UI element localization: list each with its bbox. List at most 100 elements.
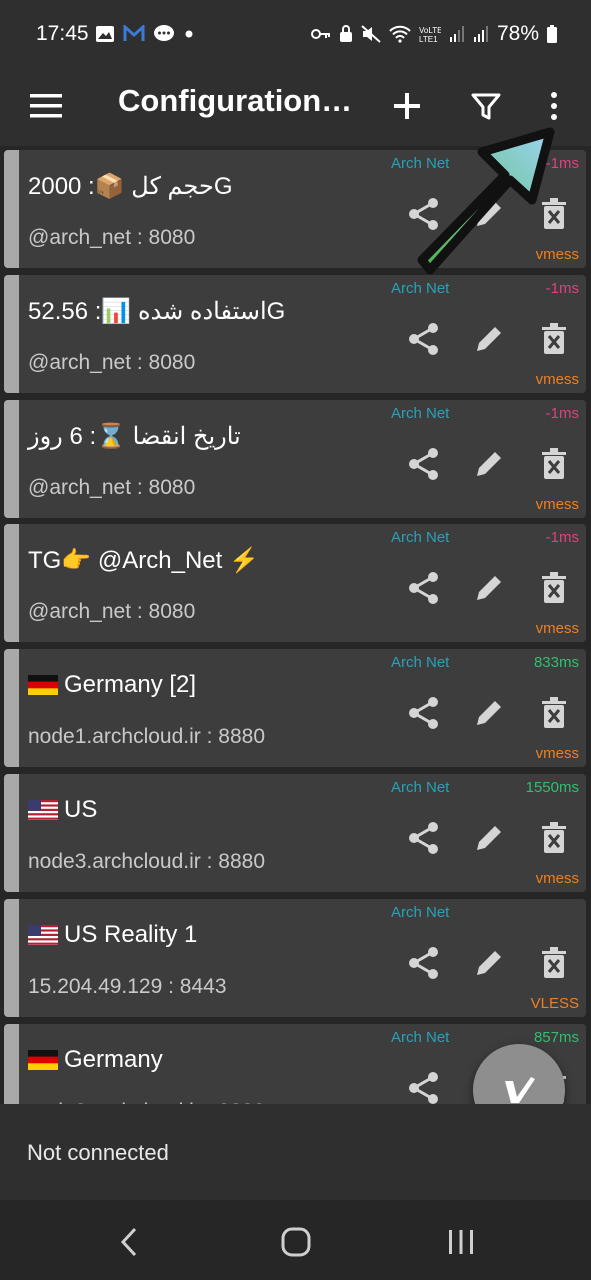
delete-button[interactable]: [534, 194, 574, 234]
v-logo-icon: [505, 1077, 535, 1103]
share-button[interactable]: [404, 194, 444, 234]
edit-button[interactable]: [469, 943, 509, 983]
germany-flag-icon: [28, 675, 58, 696]
edit-icon: [477, 826, 501, 850]
delete-button[interactable]: [534, 693, 574, 733]
server-card[interactable]: تاریخ انقضا ⌛: 6 روز @arch_net : 8080 Arch…: [4, 399, 586, 518]
delete-button[interactable]: [534, 568, 574, 608]
edit-button[interactable]: [469, 319, 509, 359]
server-name: حجم کل 📦: 2000G: [28, 173, 233, 200]
page-title: Configuration…: [118, 83, 353, 118]
edit-button[interactable]: [469, 444, 509, 484]
edit-icon: [477, 326, 501, 351]
chat-icon: [154, 25, 174, 41]
nav-back-button[interactable]: [112, 1224, 148, 1265]
server-selected-indicator: [4, 898, 19, 1017]
share-button[interactable]: [404, 818, 444, 858]
subscription-tag: Arch Net: [391, 529, 450, 547]
share-icon: [409, 198, 438, 230]
more-options-button[interactable]: [534, 86, 574, 126]
us-flag-icon: [28, 924, 58, 945]
recents-icon: [449, 1230, 473, 1254]
server-protocol: vmess: [535, 870, 579, 887]
server-selected-indicator: [4, 150, 19, 268]
delete-button[interactable]: [534, 444, 574, 484]
edit-button[interactable]: [469, 693, 509, 733]
server-card[interactable]: US node3.archcloud.ir : 8880 Arch Net 1550m…: [4, 774, 586, 892]
battery-percent: 78%: [496, 22, 539, 45]
server-card[interactable]: استفاده شده 📊: 52.56G @arch_net : 8080 Arc…: [4, 274, 586, 393]
delete-icon: [542, 697, 566, 729]
share-button[interactable]: [404, 319, 444, 359]
image-icon: [96, 26, 114, 42]
nav-home-button[interactable]: [278, 1224, 314, 1265]
delete-icon: [542, 447, 566, 479]
delete-button[interactable]: [534, 943, 574, 983]
server-address: node1.archcloud.ir : 8880: [28, 725, 265, 749]
share-button[interactable]: [404, 943, 444, 983]
connection-bar[interactable]: Not connected: [0, 1104, 591, 1200]
key-icon: [310, 29, 330, 39]
share-button[interactable]: [404, 444, 444, 484]
edit-button[interactable]: [469, 194, 509, 234]
delete-button[interactable]: [534, 319, 574, 359]
plus-icon: [394, 93, 420, 119]
hamburger-icon: [30, 94, 62, 118]
share-icon: [409, 322, 438, 355]
edit-icon: [477, 202, 501, 226]
server-name: US Reality 1: [64, 920, 198, 948]
share-button[interactable]: [404, 1068, 444, 1104]
mail-icon: [123, 25, 145, 41]
filter-button[interactable]: [466, 86, 506, 126]
delete-icon: [542, 572, 566, 604]
server-card[interactable]: حجم کل 📦: 2000G @arch_net : 8080 Arch Net -…: [4, 150, 586, 268]
server-delay: -1ms: [545, 404, 579, 422]
server-card[interactable]: US Reality 1 15.204.49.129 : 8443 Arch Net…: [4, 898, 586, 1017]
share-icon: [409, 946, 438, 979]
subscription-tag: Arch Net: [391, 654, 450, 672]
battery-icon: [547, 25, 557, 43]
app-toolbar: Configuration…: [0, 68, 591, 146]
svg-text:VoLTE: VoLTE: [419, 26, 441, 35]
server-selected-indicator: [4, 524, 19, 643]
server-selected-indicator: [4, 399, 19, 518]
delete-icon: [542, 322, 566, 354]
subscription-tag: Arch Net: [391, 779, 450, 796]
server-address: 15.204.49.129 : 8443: [28, 974, 227, 998]
filter-icon: [471, 93, 501, 120]
server-protocol: vmess: [535, 495, 579, 513]
add-config-button[interactable]: [387, 86, 427, 126]
subscription-tag: Arch Net: [391, 279, 450, 297]
server-address: @arch_net : 8080: [28, 226, 196, 249]
us-flag-icon: [28, 800, 58, 820]
server-delay: 1550ms: [525, 779, 579, 796]
svg-text:LTE1: LTE1: [419, 35, 438, 43]
nav-recents-button[interactable]: [443, 1224, 479, 1265]
home-icon: [281, 1227, 311, 1257]
share-button[interactable]: [404, 568, 444, 608]
server-delay: -1ms: [545, 155, 579, 172]
edit-button[interactable]: [469, 568, 509, 608]
edit-button[interactable]: [469, 818, 509, 858]
subscription-tag: Arch Net: [391, 155, 450, 172]
connection-status: Not connected: [27, 1140, 169, 1165]
share-button[interactable]: [404, 693, 444, 733]
wifi-icon: [389, 25, 411, 43]
status-time: 17:45: [36, 22, 89, 45]
server-delay: 833ms: [533, 654, 579, 672]
hamburger-menu-button[interactable]: [26, 86, 66, 126]
delete-button[interactable]: [534, 818, 574, 858]
share-icon: [409, 447, 438, 480]
server-selected-indicator: [4, 774, 19, 892]
server-delay: -1ms: [545, 279, 579, 297]
server-card[interactable]: Germany [2] node1.archcloud.ir : 8880 Arch…: [4, 649, 586, 768]
edit-icon: [477, 576, 501, 601]
dot-icon: [185, 30, 193, 38]
server-address: @arch_net : 8080: [28, 475, 196, 499]
server-protocol: vmess: [535, 370, 579, 388]
server-selected-indicator: [4, 274, 19, 393]
server-list[interactable]: حجم کل 📦: 2000G @arch_net : 8080 Arch Net -…: [0, 146, 591, 1104]
delete-icon: [542, 946, 566, 978]
edit-icon: [477, 701, 501, 726]
server-card[interactable]: TG👉 @Arch_Net ⚡ @arch_net : 8080 Arch Net -…: [4, 524, 586, 643]
